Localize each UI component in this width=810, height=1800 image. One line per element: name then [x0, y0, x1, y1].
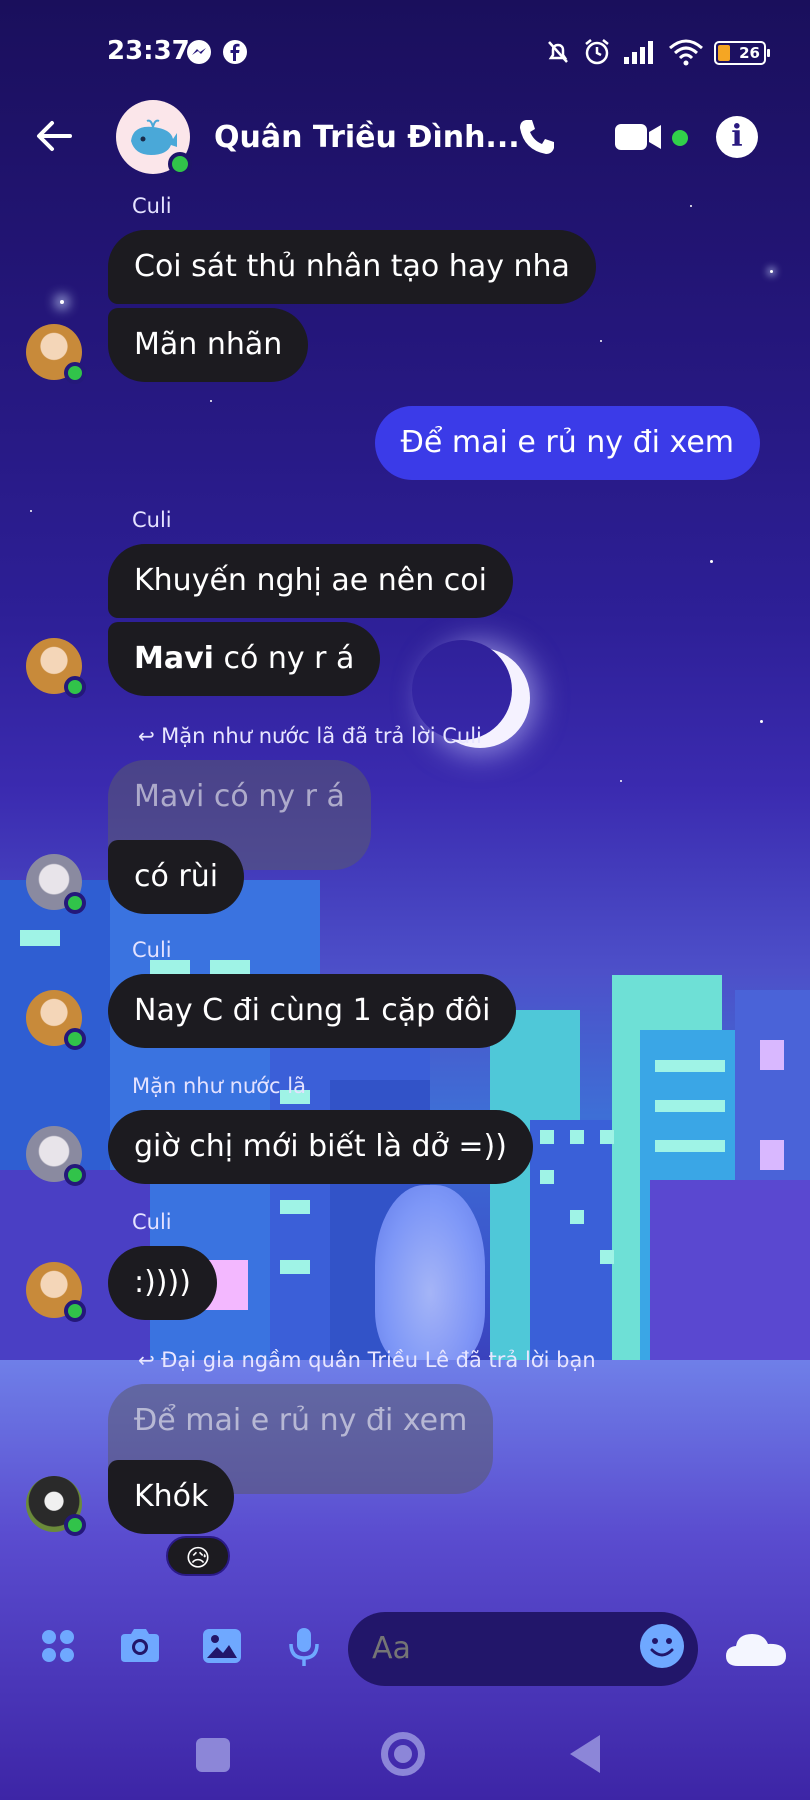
info-icon[interactable]: i — [716, 114, 758, 160]
sender-name: Mặn như nước lã — [132, 1074, 306, 1098]
back-button[interactable] — [570, 1735, 600, 1773]
android-nav-bar — [0, 1700, 810, 1800]
avatar-man-nhu-nuoc-la[interactable] — [26, 854, 86, 914]
my-message-bubble[interactable]: Để mai e rủ ny đi xem — [374, 406, 760, 480]
avatar-culi[interactable] — [26, 324, 86, 384]
online-indicator — [64, 1514, 86, 1536]
message-text: có ny r á — [213, 641, 355, 676]
wifi-icon — [668, 38, 704, 66]
phone-icon[interactable] — [514, 114, 560, 160]
online-indicator — [64, 1300, 86, 1322]
reply-arrow-icon: ↩ — [138, 724, 162, 748]
reply-arrow-icon: ↩ — [138, 1348, 162, 1372]
online-indicator — [64, 1028, 86, 1050]
group-avatar[interactable] — [116, 100, 192, 176]
emoji-icon[interactable] — [640, 1624, 684, 1668]
sender-name: Culi — [132, 508, 172, 532]
message-bubble[interactable]: có rùi — [108, 840, 245, 914]
message-bubble[interactable]: Coi sát thủ nhân tạo hay nha — [108, 230, 596, 304]
message-bubble[interactable]: Khók — [108, 1460, 235, 1534]
cloud-icon[interactable] — [724, 1628, 788, 1668]
online-indicator — [64, 892, 86, 914]
alarm-icon — [582, 38, 612, 66]
back-arrow-icon[interactable] — [32, 114, 82, 164]
reply-note: ↩ Đại gia ngầm quân Triều Lê đã trả lời … — [138, 1348, 596, 1372]
avatar-culi[interactable] — [26, 990, 86, 1050]
online-indicator — [168, 152, 192, 176]
home-button[interactable] — [381, 1732, 425, 1776]
reply-note: ↩ Mặn như nước lã đã trả lời Culi — [138, 724, 482, 748]
video-icon[interactable] — [612, 114, 664, 160]
avatar-culi[interactable] — [26, 638, 86, 698]
active-call-dot — [672, 130, 688, 146]
facebook-icon — [222, 38, 248, 66]
message-bubble[interactable]: giờ chị mới biết là dở =)) — [108, 1110, 533, 1184]
online-indicator — [64, 1164, 86, 1186]
status-time: 23:37 — [107, 36, 190, 66]
message-bubble[interactable]: :)))) — [108, 1246, 217, 1320]
recents-button[interactable] — [196, 1738, 230, 1772]
reply-note-text: Đại gia ngầm quân Triều Lê đã trả lời bạ… — [161, 1348, 596, 1372]
reaction-sad-emoji[interactable]: 😥 — [166, 1536, 230, 1576]
microphone-icon[interactable] — [280, 1626, 328, 1674]
signal-icon — [622, 38, 660, 66]
mute-bell-icon — [544, 38, 572, 66]
avatar-dai-gia-ngam[interactable] — [26, 1476, 86, 1536]
message-bubble[interactable]: Mãn nhãn — [108, 308, 309, 382]
sender-name: Culi — [132, 194, 172, 218]
chat-title[interactable]: Quân Triều Đình... — [214, 120, 520, 155]
whale-avatar-icon — [131, 119, 177, 155]
message-bubble[interactable]: Khuyến nghị ae nên coi — [108, 544, 513, 618]
battery-indicator: 26 — [714, 41, 770, 65]
messenger-icon — [186, 38, 212, 66]
online-indicator — [64, 362, 86, 384]
info-glyph: i — [716, 116, 758, 158]
message-bubble[interactable]: Nay C đi cùng 1 cặp đôi — [108, 974, 517, 1048]
reply-note-text: Mặn như nước lã đã trả lời Culi — [161, 724, 482, 748]
chat-header: Quân Triều Đình... i — [0, 100, 810, 200]
mention-mavi: Mavi — [134, 641, 214, 676]
message-composer — [0, 1600, 810, 1700]
sender-name: Culi — [132, 938, 172, 962]
online-indicator — [64, 676, 86, 698]
message-list[interactable]: Culi Coi sát thủ nhân tạo hay nha Mãn nh… — [0, 190, 810, 1590]
avatar-man-nhu-nuoc-la[interactable] — [26, 1126, 86, 1186]
apps-grid-icon[interactable] — [34, 1626, 82, 1674]
avatar-culi[interactable] — [26, 1262, 86, 1322]
status-bar: 23:37 26 — [0, 0, 810, 100]
sender-name: Culi — [132, 1210, 172, 1234]
gallery-icon[interactable] — [198, 1626, 246, 1674]
camera-icon[interactable] — [116, 1626, 164, 1674]
message-bubble[interactable]: Mavi có ny r á — [108, 622, 381, 696]
